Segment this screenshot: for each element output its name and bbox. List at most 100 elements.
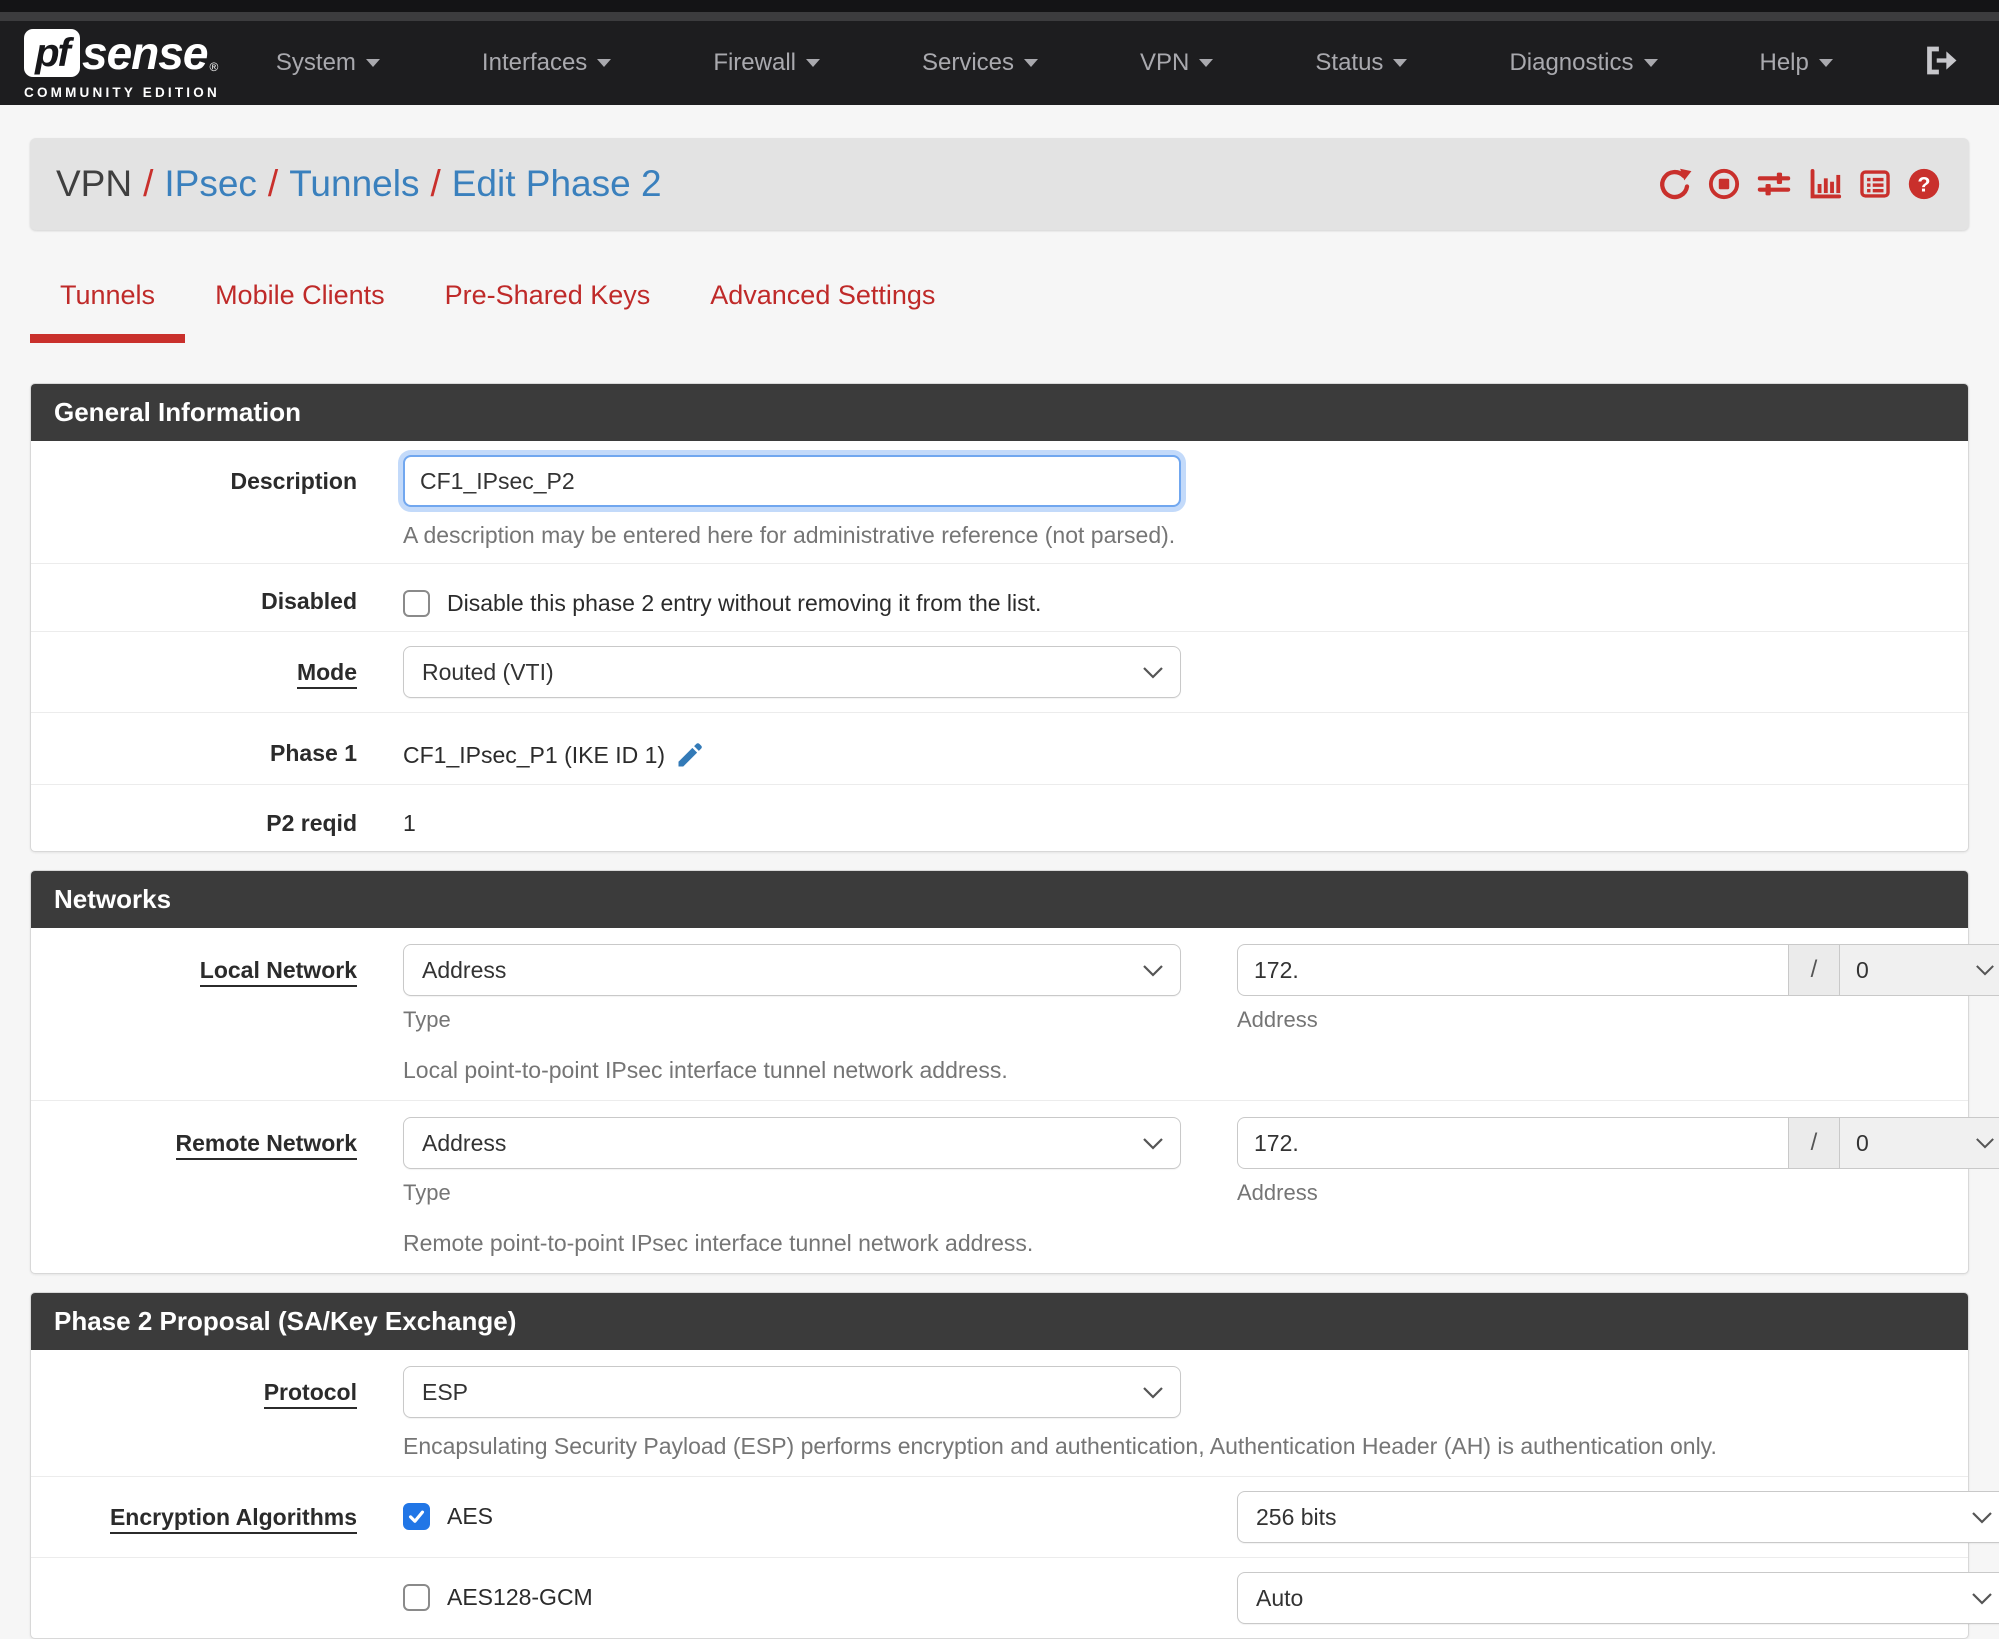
- address-slash-addon: /: [1788, 1117, 1840, 1169]
- tab-tunnels[interactable]: Tunnels: [30, 280, 186, 343]
- row-description: Description A description may be entered…: [31, 441, 1968, 563]
- row-encryption-aes128gcm: AES128-GCM Auto: [31, 1557, 1999, 1638]
- nav-item-diagnostics[interactable]: Diagnostics: [1509, 49, 1658, 77]
- window-top-strip: [0, 0, 1999, 12]
- breadcrumb-link-tunnels[interactable]: Tunnels: [289, 163, 419, 205]
- logout-icon[interactable]: [1921, 45, 1961, 82]
- local-network-address-input[interactable]: [1237, 944, 1788, 996]
- refresh-icon[interactable]: [1658, 167, 1692, 201]
- pfsense-logo-pf-box: pf: [24, 29, 80, 77]
- tab-advanced-settings[interactable]: Advanced Settings: [680, 280, 965, 343]
- remote-network-address-input[interactable]: [1237, 1117, 1788, 1169]
- chevron-down-icon: [1976, 965, 1994, 976]
- pfsense-logo[interactable]: pf sense ® COMMUNITY EDITION: [24, 26, 220, 100]
- registered-mark: ®: [209, 60, 219, 74]
- window-divider-strip: [0, 12, 1999, 21]
- nav-item-vpn[interactable]: VPN: [1140, 49, 1214, 77]
- row-protocol: Protocol ESP Encapsulating Security Payl…: [31, 1350, 1968, 1476]
- local-network-prefix-select[interactable]: 0: [1840, 944, 1999, 996]
- row-remote-network: Remote Network Address Type / 0: [31, 1100, 1999, 1273]
- tab-pre-shared-keys[interactable]: Pre-Shared Keys: [415, 280, 681, 343]
- panel-phase2-proposal: Phase 2 Proposal (SA/Key Exchange) Proto…: [30, 1292, 1999, 1639]
- disabled-checkbox-label: Disable this phase 2 entry without remov…: [447, 590, 1042, 616]
- aes128gcm-keylen-select[interactable]: Auto: [1237, 1572, 1999, 1624]
- breadcrumb-section-vpn: VPN: [56, 163, 133, 204]
- page-tabs: Tunnels Mobile Clients Pre-Shared Keys A…: [30, 280, 1969, 343]
- main-menu: System Interfaces Firewall Services VPN …: [276, 49, 1833, 77]
- breadcrumb-page-edit-phase-2[interactable]: Edit Phase 2: [452, 163, 662, 205]
- chevron-down-icon: [1143, 1137, 1163, 1150]
- aes128gcm-label: AES128-GCM: [447, 1584, 593, 1610]
- caret-down-icon: [597, 59, 612, 67]
- check-icon: [408, 1510, 425, 1523]
- caret-down-icon: [806, 59, 820, 67]
- aes-keylen-select[interactable]: 256 bits: [1237, 1491, 1999, 1543]
- row-disabled: Disabled Disable this phase 2 entry with…: [31, 563, 1968, 631]
- remote-network-help: Remote point-to-point IPsec interface tu…: [403, 1230, 1034, 1256]
- pfsense-logo-tagline: COMMUNITY EDITION: [24, 85, 220, 100]
- row-local-network: Local Network Address Type / 0: [31, 928, 1999, 1100]
- protocol-label: Protocol: [55, 1366, 357, 1460]
- chevron-down-icon: [1143, 666, 1163, 679]
- chevron-down-icon: [1976, 1138, 1994, 1149]
- disabled-label: Disabled: [261, 588, 357, 614]
- remote-network-type-caption: Type: [403, 1180, 451, 1205]
- description-help: A description may be entered here for ad…: [403, 522, 1176, 548]
- breadcrumb-link-ipsec[interactable]: IPsec: [164, 163, 257, 205]
- row-encryption-aes: Encryption Algorithms AES 256 bits: [31, 1476, 1999, 1557]
- breadcrumb-separator: /: [267, 163, 279, 204]
- title-action-icons: ?: [1658, 167, 1941, 201]
- page-title-bar: VPN / IPsec / Tunnels / Edit Phase 2 ?: [30, 138, 1969, 230]
- disabled-checkbox[interactable]: [403, 590, 430, 617]
- nav-item-firewall[interactable]: Firewall: [713, 49, 820, 77]
- stop-circle-icon[interactable]: [1707, 167, 1741, 201]
- protocol-help: Encapsulating Security Payload (ESP) per…: [403, 1433, 1717, 1459]
- caret-down-icon: [1818, 59, 1833, 67]
- panel-networks: Networks Local Network Address Type /: [30, 870, 1999, 1274]
- address-slash-addon: /: [1788, 944, 1840, 996]
- chevron-down-icon: [1143, 964, 1163, 977]
- aes128gcm-checkbox[interactable]: [403, 1584, 430, 1611]
- caret-down-icon: [365, 59, 380, 67]
- remote-network-prefix-select[interactable]: 0: [1840, 1117, 1999, 1169]
- mode-select[interactable]: Routed (VTI): [403, 646, 1181, 698]
- description-input[interactable]: [403, 455, 1181, 507]
- local-network-type-caption: Type: [403, 1007, 451, 1032]
- panel-header: Phase 2 Proposal (SA/Key Exchange): [31, 1293, 1968, 1350]
- remote-network-type-select[interactable]: Address: [403, 1117, 1181, 1169]
- nav-item-help[interactable]: Help: [1760, 49, 1833, 77]
- encryption-algorithms-label: Encryption Algorithms: [55, 1491, 357, 1543]
- chevron-down-icon: [1972, 1511, 1992, 1524]
- p2reqid-value: 1: [403, 810, 416, 836]
- local-network-label: Local Network: [55, 944, 357, 1084]
- aes-label: AES: [447, 1503, 494, 1529]
- nav-item-services[interactable]: Services: [922, 49, 1039, 77]
- nav-item-system[interactable]: System: [276, 49, 380, 77]
- bar-chart-icon[interactable]: [1807, 167, 1843, 201]
- breadcrumb-separator: /: [143, 163, 154, 204]
- sliders-icon[interactable]: [1756, 167, 1792, 201]
- panel-header: General Information: [31, 384, 1968, 441]
- remote-network-label: Remote Network: [55, 1117, 357, 1257]
- row-p2reqid: P2 reqid 1: [31, 784, 1968, 851]
- edit-pencil-icon[interactable]: [675, 740, 705, 770]
- row-phase1: Phase 1 CF1_IPsec_P1 (IKE ID 1): [31, 712, 1968, 784]
- panel-general-information: General Information Description A descri…: [30, 383, 1969, 852]
- nav-item-status[interactable]: Status: [1315, 49, 1408, 77]
- encryption-spacer: [55, 1572, 357, 1624]
- nav-item-interfaces[interactable]: Interfaces: [482, 49, 612, 77]
- list-icon[interactable]: [1858, 167, 1892, 201]
- top-navbar: pf sense ® COMMUNITY EDITION System Inte…: [0, 21, 1999, 105]
- caret-down-icon: [1199, 59, 1214, 67]
- row-mode: Mode Routed (VTI): [31, 631, 1968, 712]
- help-icon[interactable]: ?: [1907, 167, 1941, 201]
- tab-mobile-clients[interactable]: Mobile Clients: [185, 280, 415, 343]
- caret-down-icon: [1643, 59, 1658, 67]
- local-network-address-caption: Address: [1237, 1007, 1318, 1032]
- breadcrumb: VPN / IPsec / Tunnels / Edit Phase 2: [56, 163, 662, 205]
- protocol-select[interactable]: ESP: [403, 1366, 1181, 1418]
- local-network-type-select[interactable]: Address: [403, 944, 1181, 996]
- svg-text:?: ?: [1917, 172, 1930, 196]
- mode-label: Mode: [55, 646, 357, 698]
- aes-checkbox[interactable]: [403, 1503, 430, 1530]
